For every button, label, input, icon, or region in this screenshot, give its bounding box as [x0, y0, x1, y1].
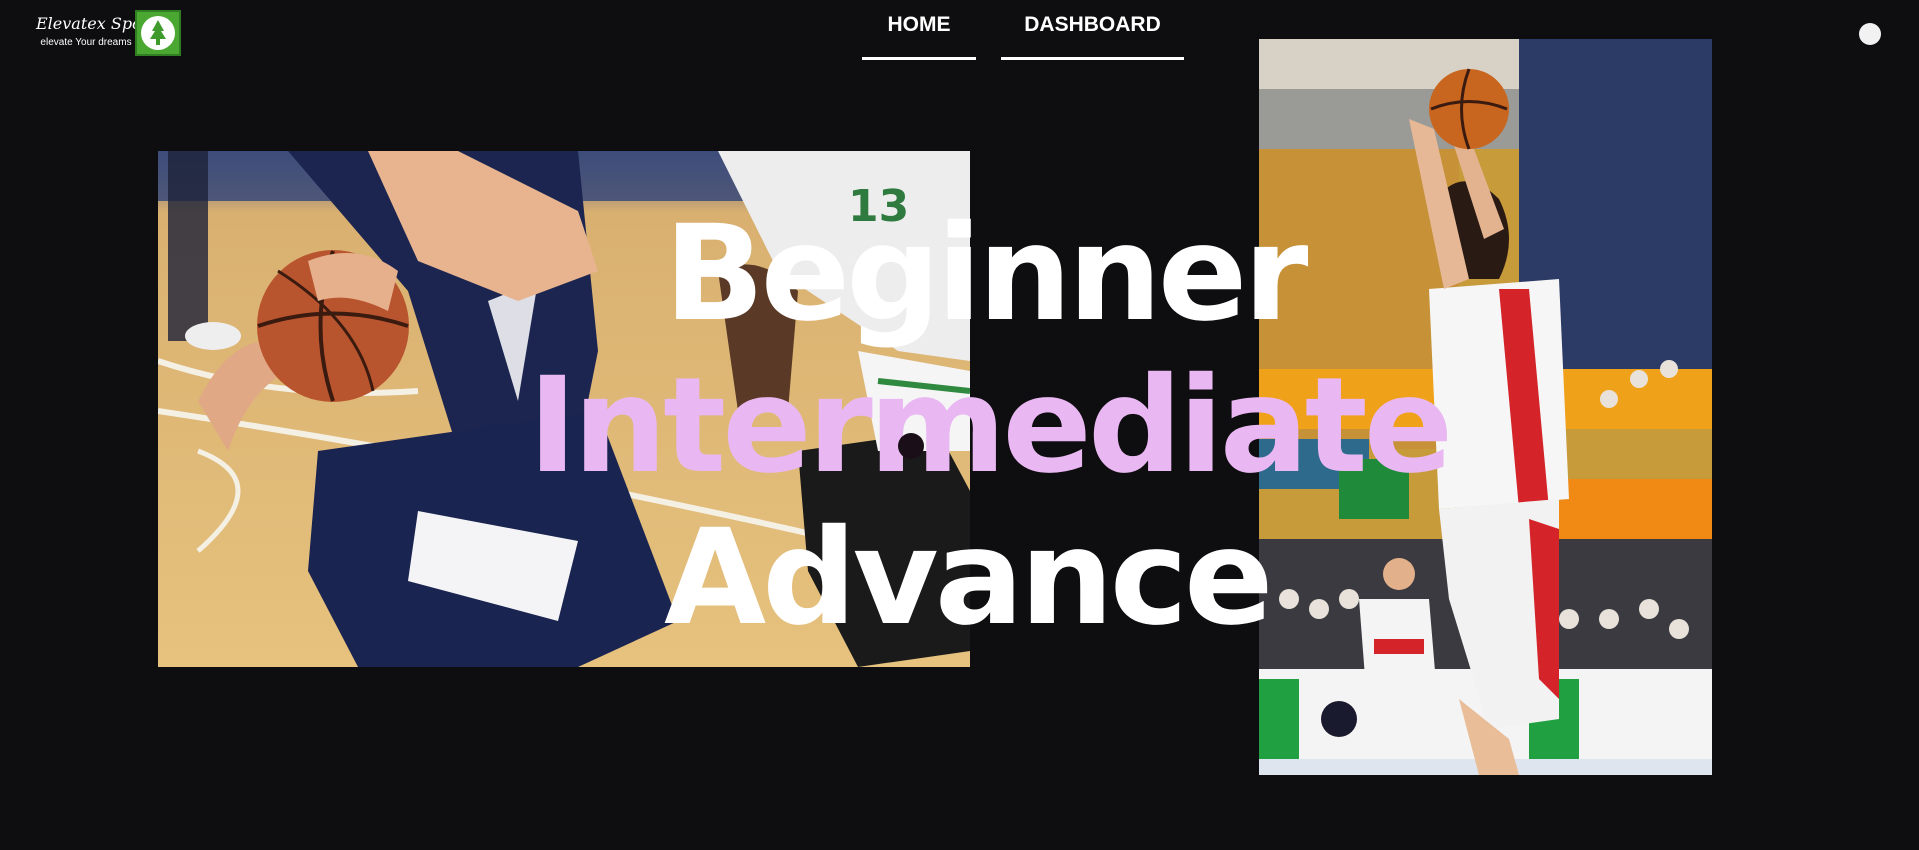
nav-home-label: HOME — [887, 13, 951, 36]
nav-home-tab[interactable]: HOME — [862, 0, 976, 60]
level-advance-heading: Advance — [664, 501, 1274, 655]
cursor-dot — [898, 433, 924, 459]
nav-dashboard-tab[interactable]: DASHBOARD — [1001, 0, 1184, 60]
tree-icon[interactable] — [135, 10, 181, 56]
brand-tagline: elevate Your dreams — [40, 37, 132, 48]
level-beginner-heading: Beginner — [664, 197, 1308, 351]
landing-page: Elevatex Sports elevate Your dreams HOME… — [0, 0, 1919, 850]
user-avatar-dot[interactable] — [1859, 23, 1881, 45]
level-intermediate-heading: Intermediate — [528, 349, 1453, 503]
brand[interactable]: Elevatex Sports elevate Your dreams — [36, 14, 164, 50]
nav-dashboard-label: DASHBOARD — [1024, 13, 1161, 36]
brand-name: Elevatex Sports — [36, 14, 164, 33]
